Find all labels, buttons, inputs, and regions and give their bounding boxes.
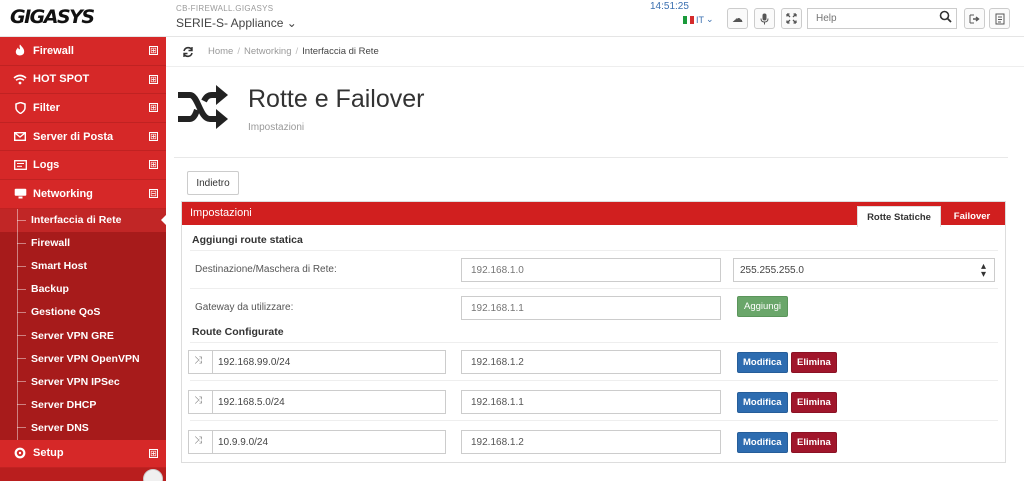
help-search-input[interactable] bbox=[807, 8, 957, 29]
sidebar-subitem-vpn-ipsec[interactable]: Server VPN IPSec bbox=[0, 370, 166, 394]
gateway-input[interactable] bbox=[461, 296, 721, 320]
divider bbox=[190, 380, 998, 381]
shuffle-icon bbox=[174, 83, 232, 134]
page-title: Rotte e Failover bbox=[248, 85, 425, 113]
configured-routes-heading: Route Configurate bbox=[192, 326, 284, 338]
divider bbox=[190, 420, 998, 421]
fullscreen-icon[interactable] bbox=[781, 8, 802, 29]
breadcrumb-current: Interfaccia di Rete bbox=[302, 46, 379, 57]
flame-icon bbox=[12, 44, 28, 57]
gateway-label: Gateway da utilizzare: bbox=[195, 302, 294, 313]
add-route-heading: Aggiungi route statica bbox=[192, 234, 303, 246]
divider bbox=[190, 288, 998, 289]
divider bbox=[190, 342, 998, 343]
sidebar-subitem-firewall[interactable]: Firewall bbox=[0, 231, 166, 255]
cloud-icon[interactable]: ☁ bbox=[727, 8, 748, 29]
breadcrumb: Home / Networking / Interfaccia di Rete bbox=[208, 46, 379, 57]
sidebar-item-hotspot[interactable]: HOT SPOT ⊞ bbox=[0, 65, 166, 95]
route-gateway-field[interactable]: 192.168.1.1 bbox=[461, 390, 721, 414]
sidebar-item-networking[interactable]: Networking ⊟ bbox=[0, 179, 166, 209]
divider bbox=[190, 250, 998, 251]
sidebar-item-firewall[interactable]: Firewall ⊞ bbox=[0, 37, 166, 66]
edit-route-button[interactable]: Modifica bbox=[737, 392, 788, 413]
logout-icon[interactable] bbox=[964, 8, 985, 29]
expand-icon: ⊞ bbox=[149, 448, 158, 458]
panel-header: Impostazioni Rotte Statiche Failover bbox=[182, 202, 1005, 227]
expand-icon: ⊞ bbox=[149, 103, 158, 113]
delete-route-button[interactable]: Elimina bbox=[791, 432, 837, 453]
page-subtitle: Impostazioni bbox=[248, 122, 305, 133]
back-button[interactable]: Indietro bbox=[187, 171, 239, 195]
sidebar-subitem-vpn-gre[interactable]: Server VPN GRE bbox=[0, 324, 166, 348]
delete-route-button[interactable]: Elimina bbox=[791, 352, 837, 373]
divider bbox=[174, 157, 1008, 158]
add-route-button[interactable]: Aggiungi bbox=[737, 296, 788, 317]
breadcrumb-home[interactable]: Home bbox=[208, 46, 233, 57]
italy-flag-icon bbox=[683, 15, 695, 24]
delete-route-button[interactable]: Elimina bbox=[791, 392, 837, 413]
networking-submenu: Interfaccia di Rete Firewall Smart Host … bbox=[0, 208, 167, 440]
logs-icon bbox=[12, 160, 28, 171]
shuffle-icon: ⤨ bbox=[194, 435, 202, 446]
route-network-field[interactable]: ⤨ 10.9.9.0/24 bbox=[188, 430, 446, 454]
notes-icon[interactable] bbox=[989, 8, 1010, 29]
top-bar: GIGASYS CB-FIREWALL.GIGASYS SERIE-S- App… bbox=[0, 0, 1024, 37]
sidebar-subitem-gestione-qos[interactable]: Gestione QoS bbox=[0, 300, 166, 325]
destination-input[interactable] bbox=[461, 258, 721, 282]
tab-rotte-statiche[interactable]: Rotte Statiche bbox=[857, 206, 941, 227]
sidebar-subitem-dhcp[interactable]: Server DHCP bbox=[0, 393, 166, 417]
sidebar: Firewall ⊞ HOT SPOT ⊞ Filter ⊞ Server di… bbox=[0, 37, 167, 481]
sidebar-subitem-interfaccia-di-rete[interactable]: Interfaccia di Rete bbox=[0, 208, 167, 232]
breadcrumb-bar: Home / Networking / Interfaccia di Rete bbox=[166, 37, 1024, 67]
main-content: Home / Networking / Interfaccia di Rete Rott… bbox=[166, 37, 1024, 481]
shuffle-icon: ⤨ bbox=[194, 395, 202, 406]
device-selector[interactable]: SERIE-S- Appliance ⌄ bbox=[176, 16, 297, 30]
sidebar-subitem-vpn-openvpn[interactable]: Server VPN OpenVPN bbox=[0, 347, 166, 371]
sidebar-subitem-backup[interactable]: Backup bbox=[0, 277, 166, 302]
route-gateway-field[interactable]: 192.168.1.2 bbox=[461, 350, 721, 374]
settings-panel: Impostazioni Rotte Statiche Failover Agg… bbox=[181, 201, 1006, 463]
tab-failover[interactable]: Failover bbox=[945, 206, 999, 227]
route-network-field[interactable]: ⤨ 192.168.5.0/24 bbox=[188, 390, 446, 414]
search-icon[interactable] bbox=[939, 10, 952, 26]
sidebar-item-logs[interactable]: Logs ⊞ bbox=[0, 151, 166, 180]
sidebar-item-server-di-posta[interactable]: Server di Posta ⊞ bbox=[0, 122, 166, 152]
edit-route-button[interactable]: Modifica bbox=[737, 352, 788, 373]
network-icon bbox=[12, 188, 28, 199]
chevron-down-icon: ⌄ bbox=[706, 14, 714, 24]
expand-icon: ⊞ bbox=[149, 160, 158, 170]
edit-route-button[interactable]: Modifica bbox=[737, 432, 788, 453]
logo: GIGASYS bbox=[10, 6, 95, 28]
envelope-icon bbox=[12, 132, 28, 142]
shuffle-icon: ⤨ bbox=[194, 355, 202, 366]
wifi-icon bbox=[12, 74, 28, 85]
refresh-icon[interactable] bbox=[178, 42, 198, 64]
sidebar-subitem-dns[interactable]: Server DNS bbox=[0, 416, 166, 440]
shield-icon bbox=[12, 101, 28, 114]
expand-icon: ⊞ bbox=[149, 46, 158, 55]
expand-icon: ⊞ bbox=[149, 131, 158, 141]
route-network-field[interactable]: ⤨ 192.168.99.0/24 bbox=[188, 350, 446, 374]
sidebar-item-filter[interactable]: Filter ⊞ bbox=[0, 94, 166, 123]
microphone-icon[interactable] bbox=[754, 8, 775, 29]
sidebar-subitem-smart-host[interactable]: Smart Host bbox=[0, 254, 166, 278]
netmask-select[interactable]: 255.255.255.0 ▴ ▾ bbox=[733, 258, 995, 282]
destination-label: Destinazione/Maschera di Rete: bbox=[195, 264, 337, 275]
language-selector[interactable]: IT ⌄ bbox=[683, 14, 714, 25]
chevron-down-icon: ⌄ bbox=[286, 16, 297, 30]
expand-icon: ⊞ bbox=[149, 74, 158, 84]
gear-icon bbox=[12, 447, 28, 459]
route-gateway-field[interactable]: 192.168.1.2 bbox=[461, 430, 721, 454]
device-hostname: CB-FIREWALL.GIGASYS bbox=[176, 4, 274, 13]
select-arrows-icon: ▴ ▾ bbox=[980, 261, 986, 280]
panel-title: Impostazioni bbox=[190, 207, 252, 219]
breadcrumb-networking[interactable]: Networking bbox=[244, 46, 292, 57]
clock: 14:51:25 bbox=[650, 1, 689, 12]
collapse-icon: ⊟ bbox=[149, 188, 158, 198]
sidebar-item-setup[interactable]: Setup ⊞ bbox=[0, 439, 166, 469]
